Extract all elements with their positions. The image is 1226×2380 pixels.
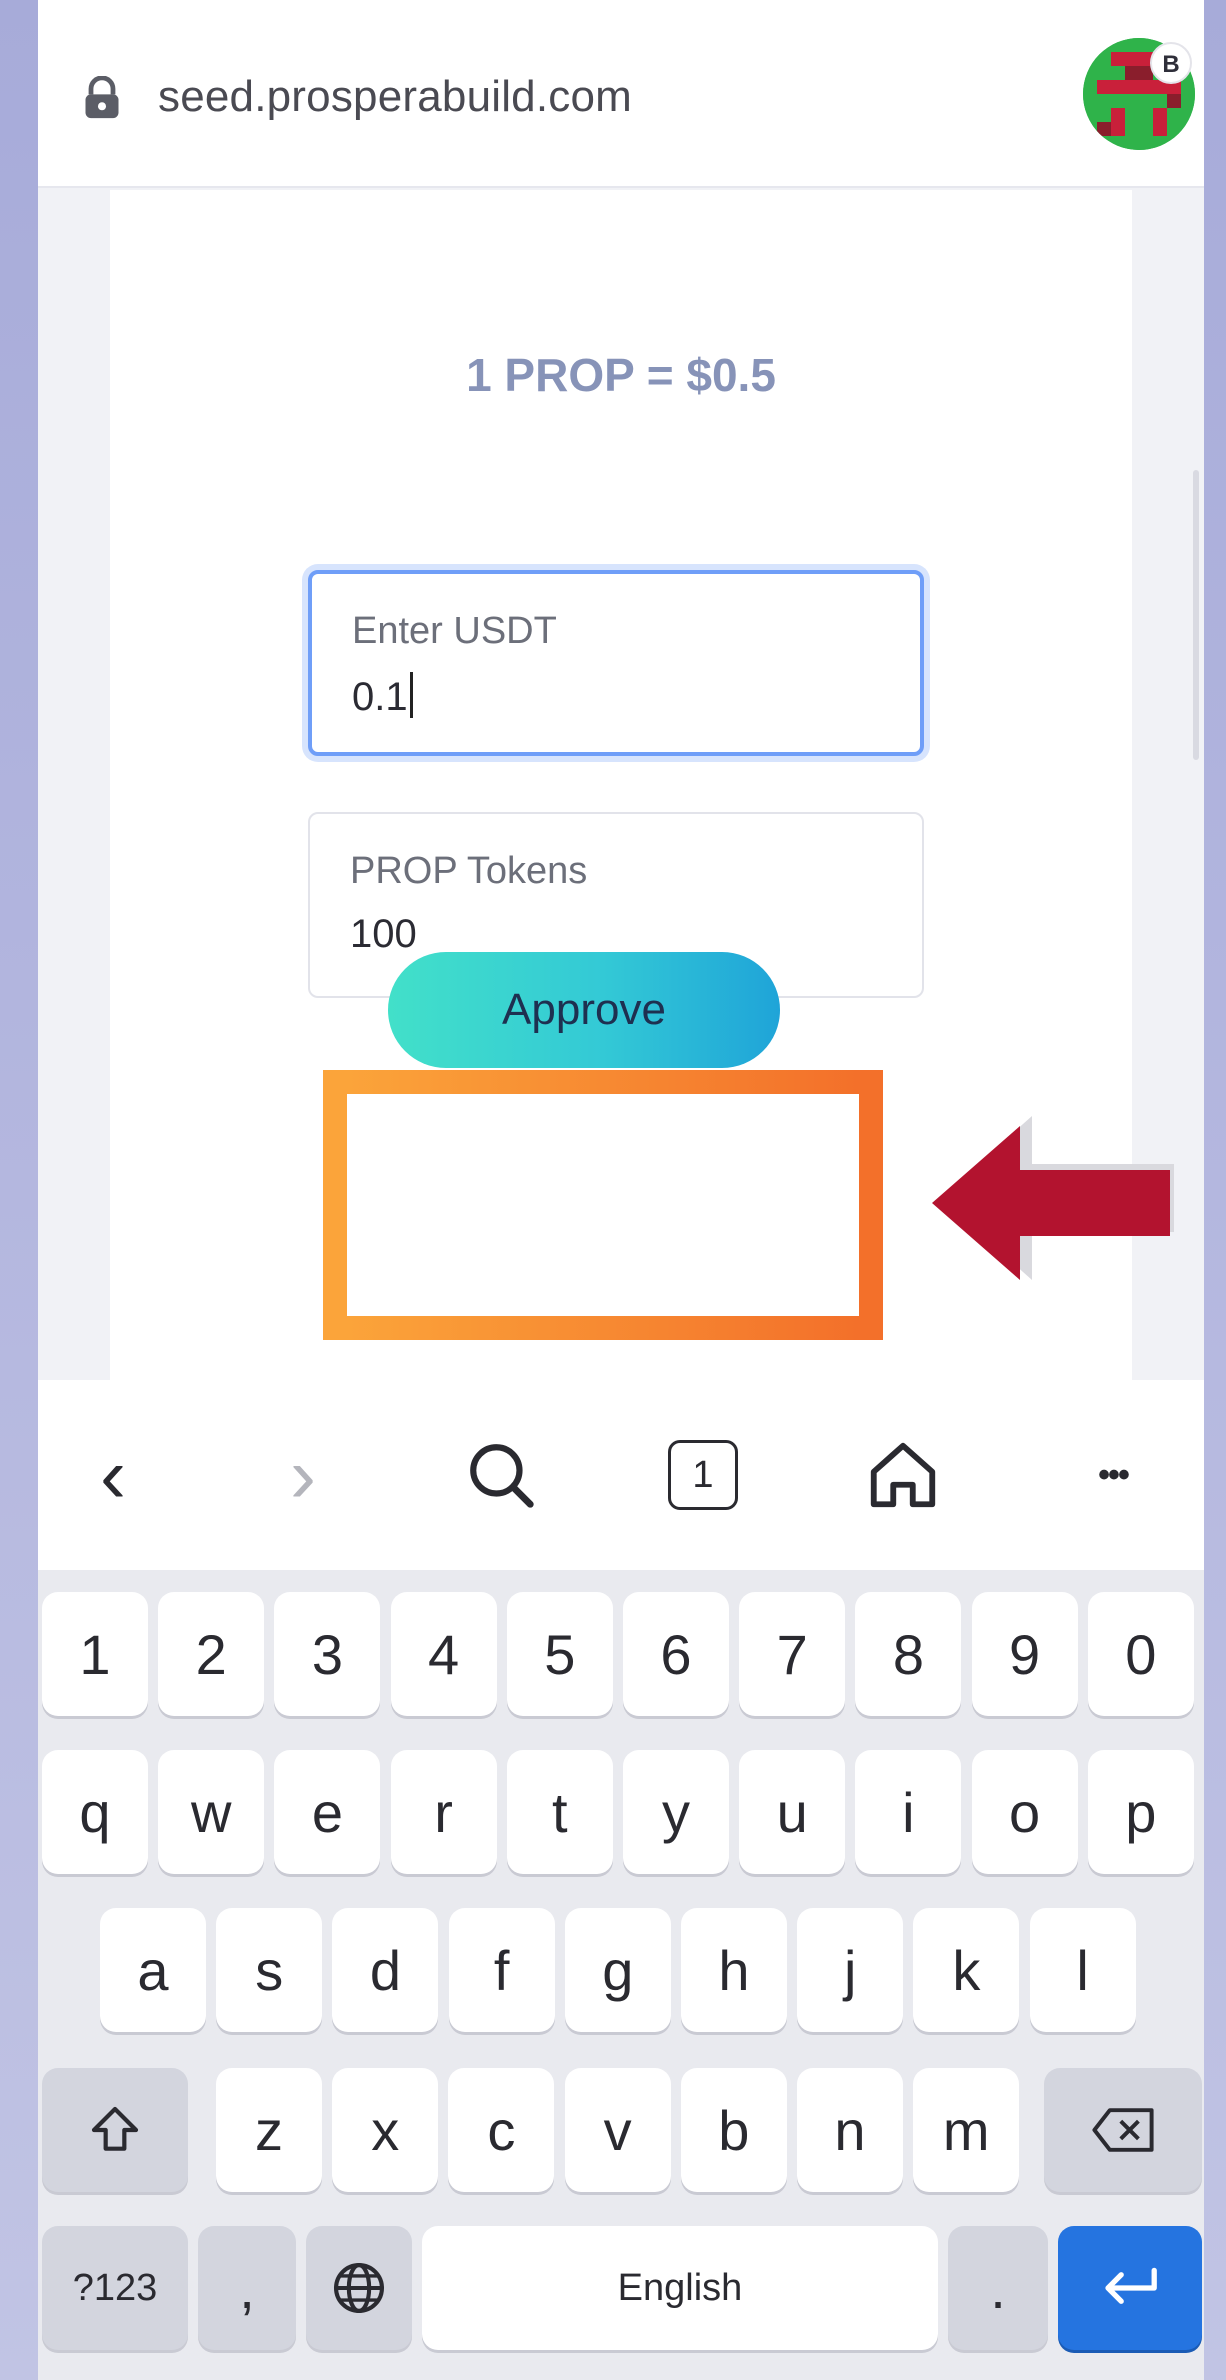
number-key-1[interactable]: 1	[42, 1592, 148, 1716]
letter-key-f[interactable]: f	[448, 1908, 555, 2032]
number-key-8[interactable]: 8	[855, 1592, 962, 1716]
tabs-icon: 1	[668, 1440, 738, 1510]
letter-key-g[interactable]: g	[564, 1908, 671, 2032]
usdt-input[interactable]: Enter USDT 0.1	[308, 570, 924, 756]
language-key[interactable]	[306, 2226, 412, 2350]
letter-key-y[interactable]: y	[623, 1750, 729, 1874]
letter-key-z[interactable]: z	[216, 2068, 322, 2192]
prop-tokens-label: PROP Tokens	[350, 850, 588, 892]
more-button[interactable]: •••	[1058, 1420, 1168, 1530]
scrollbar[interactable]	[1193, 470, 1199, 760]
letter-key-l[interactable]: l	[1029, 1908, 1136, 2032]
home-icon	[870, 1442, 936, 1508]
on-screen-keyboard: 1234567890 qwertyuiop asdfghjkl zxcvbnm …	[38, 1570, 1204, 2380]
letter-key-k[interactable]: k	[913, 1908, 1020, 2032]
number-key-6[interactable]: 6	[623, 1592, 729, 1716]
letter-key-w[interactable]: w	[158, 1750, 265, 1874]
exchange-rate: 1 PROP = $0.5	[466, 349, 776, 401]
letter-key-h[interactable]: h	[681, 1908, 787, 2032]
letter-key-m[interactable]: m	[913, 2068, 1020, 2192]
shift-key[interactable]	[42, 2068, 188, 2192]
back-button[interactable]: ‹	[58, 1420, 168, 1530]
symbols-key[interactable]: ?123	[42, 2226, 188, 2350]
letter-key-c[interactable]: c	[448, 2068, 555, 2192]
letter-key-j[interactable]: j	[797, 1908, 904, 2032]
approve-button[interactable]: Approve	[388, 952, 780, 1068]
letter-key-b[interactable]: b	[680, 2068, 787, 2192]
letter-key-u[interactable]: u	[739, 1750, 846, 1874]
profile-badge: B	[1150, 42, 1192, 84]
tab-count: 1	[692, 1453, 714, 1496]
tabs-button[interactable]: 1	[648, 1420, 758, 1530]
letter-key-a[interactable]: a	[100, 1908, 206, 2032]
number-key-3[interactable]: 3	[274, 1592, 381, 1716]
letter-key-p[interactable]: p	[1087, 1750, 1194, 1874]
letter-key-d[interactable]: d	[332, 1908, 439, 2032]
backspace-key[interactable]	[1044, 2068, 1202, 2192]
number-key-2[interactable]: 2	[158, 1592, 265, 1716]
letter-key-s[interactable]: s	[216, 1908, 323, 2032]
forward-button[interactable]: ›	[248, 1420, 358, 1530]
swap-card: 1 PROP = $0.5 Enter USDT 0.1 PROP Tokens…	[110, 190, 1132, 1380]
more-icon: •••	[1098, 1455, 1130, 1494]
text-caret	[409, 672, 413, 718]
letter-key-o[interactable]: o	[971, 1750, 1078, 1874]
letter-key-e[interactable]: e	[274, 1750, 381, 1874]
usdt-input-value[interactable]: 0.1	[352, 672, 413, 720]
letter-key-n[interactable]: n	[797, 2068, 903, 2192]
comma-key[interactable]: ,	[198, 2226, 296, 2350]
letter-key-v[interactable]: v	[564, 2068, 671, 2192]
prop-tokens-value: 100	[350, 912, 417, 956]
letter-key-q[interactable]: q	[42, 1750, 148, 1874]
period-key[interactable]: .	[948, 2226, 1048, 2350]
number-key-7[interactable]: 7	[739, 1592, 846, 1716]
search-icon	[470, 1444, 534, 1508]
enter-key[interactable]	[1058, 2226, 1202, 2350]
enter-icon	[1105, 2267, 1157, 2304]
shift-icon	[91, 2106, 139, 2151]
number-key-5[interactable]: 5	[506, 1592, 613, 1716]
number-key-4[interactable]: 4	[390, 1592, 497, 1716]
space-key[interactable]: English	[422, 2226, 938, 2350]
search-button[interactable]	[446, 1420, 556, 1530]
browser-nav-bar: ‹ › 1 •••	[38, 1380, 1204, 1570]
number-key-0[interactable]: 0	[1087, 1592, 1194, 1716]
home-button[interactable]	[848, 1420, 958, 1530]
globe-icon	[333, 2262, 385, 2314]
phone-screen: seed.prosperabuild.com B 1 PROP = $0.5 E…	[38, 0, 1204, 2380]
usdt-input-label: Enter USDT	[352, 610, 557, 652]
backspace-icon	[1092, 2108, 1154, 2152]
letter-key-x[interactable]: x	[332, 2068, 439, 2192]
number-key-9[interactable]: 9	[971, 1592, 1078, 1716]
letter-key-t[interactable]: t	[506, 1750, 613, 1874]
browser-address-bar: seed.prosperabuild.com B	[38, 0, 1204, 188]
letter-key-r[interactable]: r	[390, 1750, 497, 1874]
forward-icon: ›	[290, 1431, 316, 1519]
back-icon: ‹	[100, 1431, 126, 1519]
url-text[interactable]: seed.prosperabuild.com	[158, 72, 632, 122]
letter-key-i[interactable]: i	[855, 1750, 962, 1874]
lock-icon	[85, 76, 119, 119]
